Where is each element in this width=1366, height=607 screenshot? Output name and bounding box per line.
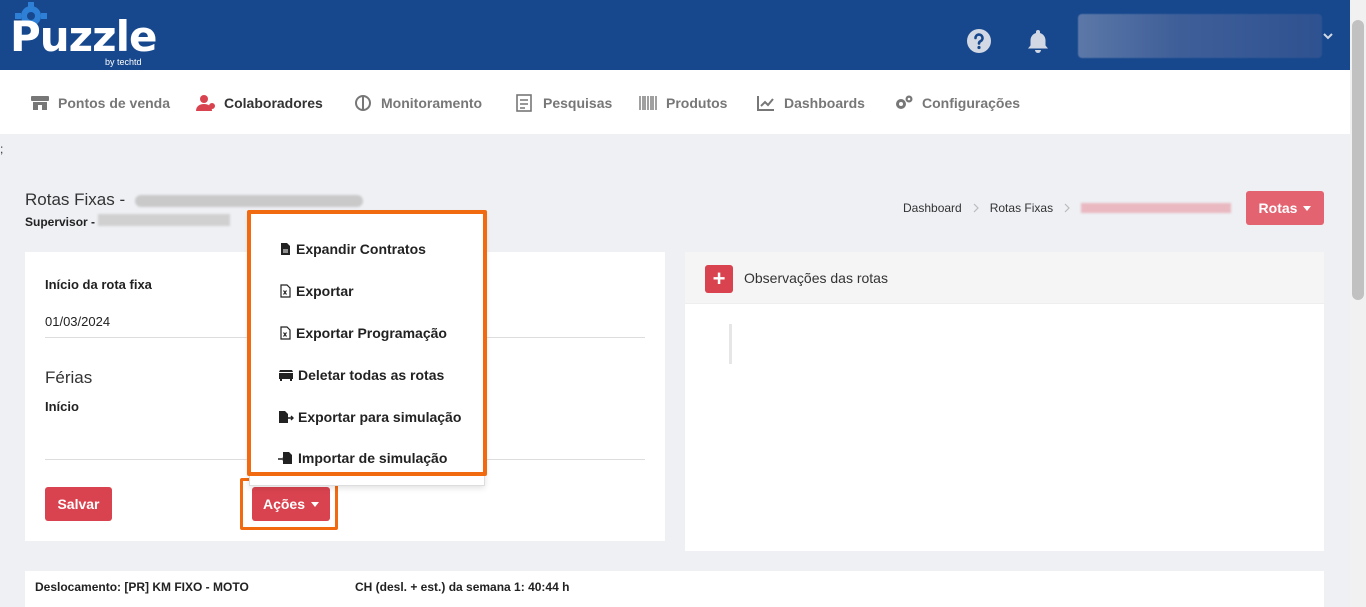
page-scrollbar[interactable]	[1350, 0, 1366, 607]
save-button[interactable]: Salvar	[45, 487, 112, 521]
help-icon[interactable]	[966, 28, 992, 54]
chart-line-icon	[757, 96, 774, 111]
user-menu[interactable]	[1078, 14, 1322, 58]
observacoes-header: + Observações das rotas	[685, 252, 1324, 304]
chevron-right-icon	[973, 203, 979, 213]
top-header: Puzzle by techtd	[0, 0, 1350, 70]
nav-item-pesquisas[interactable]: Pesquisas	[515, 94, 612, 112]
chevron-right-icon	[1064, 203, 1070, 213]
scroll-thumb[interactable]	[1352, 20, 1364, 300]
chevron-down-icon[interactable]	[1322, 30, 1334, 42]
ch-semana-1-info: CH (desl. + est.) da semana 1: 40:44 h	[355, 580, 570, 594]
brand-name: Puzzle	[10, 12, 157, 61]
redacted-title	[135, 195, 363, 207]
observacoes-card: + Observações das rotas	[685, 252, 1324, 551]
breadcrumb: Dashboard Rotas Fixas	[903, 201, 1232, 215]
observacoes-title: Observações das rotas	[744, 270, 888, 286]
ferias-heading: Férias	[45, 368, 93, 387]
nav-item-dashboards[interactable]: Dashboards	[756, 94, 865, 112]
redacted-supervisor	[98, 214, 230, 226]
nav-item-pontos-de-venda[interactable]: Pontos de venda	[30, 94, 170, 112]
supervisor-label: Supervisor -	[25, 215, 96, 229]
page-title: Rotas Fixas -	[25, 190, 126, 209]
breadcrumb-rotas-fixas[interactable]: Rotas Fixas	[990, 201, 1053, 215]
store-icon	[31, 96, 49, 110]
breadcrumb-redacted	[1081, 203, 1232, 213]
breadcrumb-dashboard[interactable]: Dashboard	[903, 201, 962, 215]
stray-text: ;	[0, 142, 4, 156]
notification-bell-icon[interactable]	[1025, 28, 1051, 54]
monitor-icon	[355, 95, 371, 111]
caret-down-icon	[1303, 205, 1312, 211]
users-icon	[196, 95, 215, 111]
rotas-dropdown-button[interactable]: Rotas	[1246, 191, 1324, 225]
expand-observacoes-button[interactable]: +	[705, 265, 733, 293]
barcode-icon	[639, 96, 657, 110]
ferias-inicio-label: Início	[45, 399, 79, 414]
observacoes-content-line	[729, 324, 732, 364]
inicio-rota-label: Início da rota fixa	[45, 277, 152, 292]
inicio-rota-input[interactable]: 01/03/2024	[45, 314, 110, 329]
gears-icon	[896, 95, 913, 109]
deslocamento-info: Deslocamento: [PR] KM FIXO - MOTO	[35, 580, 249, 594]
brand-logo[interactable]: Puzzle by techtd	[10, 2, 160, 67]
main-nav: Pontos de venda Colaboradores Monitorame…	[0, 70, 1350, 134]
nav-item-produtos[interactable]: Produtos	[638, 94, 727, 112]
menu-highlight-box	[247, 210, 487, 476]
survey-icon	[516, 94, 532, 112]
nav-item-configuracoes[interactable]: Configurações	[894, 94, 1020, 112]
nav-item-monitoramento[interactable]: Monitoramento	[353, 94, 482, 112]
brand-subtitle: by techtd	[105, 57, 142, 67]
nav-item-colaboradores[interactable]: Colaboradores	[196, 94, 323, 112]
